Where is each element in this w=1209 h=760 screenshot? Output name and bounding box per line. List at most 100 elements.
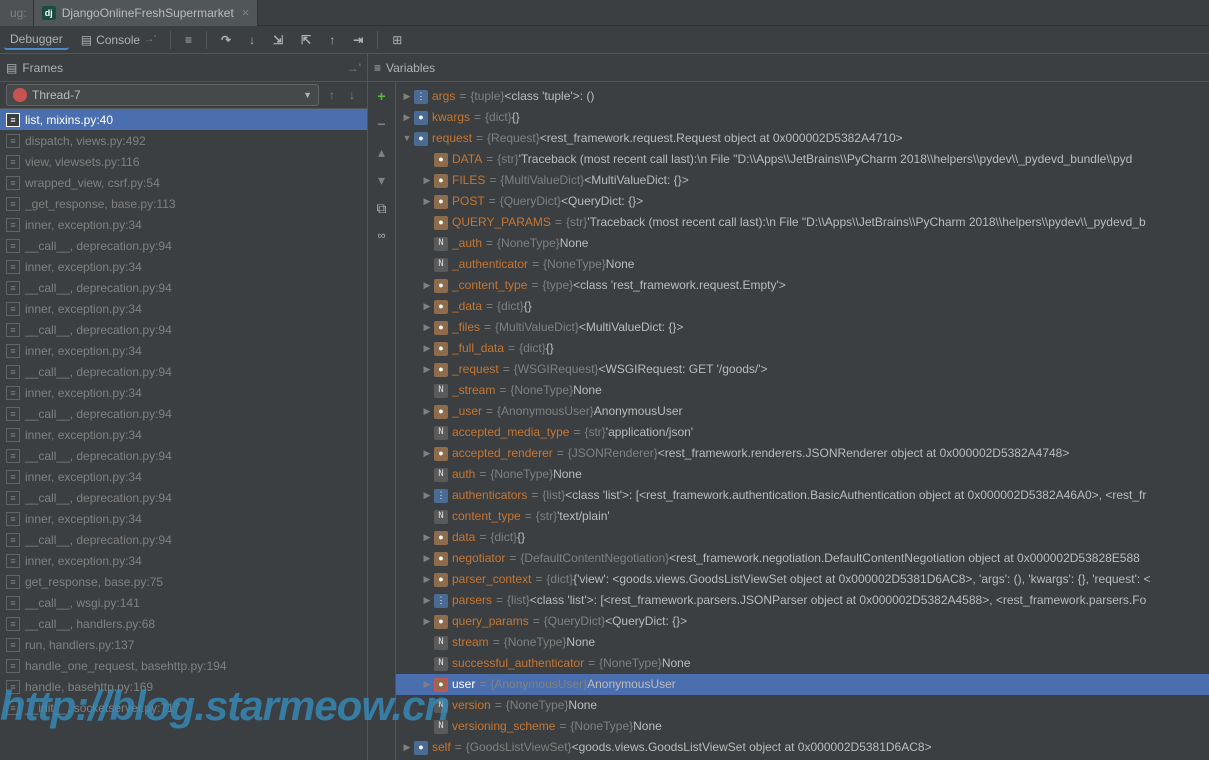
- variable-row[interactable]: ▶●FILES = {MultiValueDict} <MultiValueDi…: [396, 170, 1209, 191]
- variable-row[interactable]: ▶●_request = {WSGIRequest} <WSGIRequest:…: [396, 359, 1209, 380]
- thread-next-button[interactable]: ↓: [343, 86, 361, 104]
- variable-row[interactable]: ▼●request = {Request} <rest_framework.re…: [396, 128, 1209, 149]
- frame-item[interactable]: ≡__call__, deprecation.py:94: [0, 277, 367, 298]
- editor-tab[interactable]: dj DjangoOnlineFreshSupermarket ×: [34, 0, 259, 26]
- frames-list[interactable]: ≡list, mixins.py:40≡dispatch, views.py:4…: [0, 109, 367, 760]
- variable-row[interactable]: ▶●_data = {dict} {}: [396, 296, 1209, 317]
- variable-row[interactable]: Nsuccessful_authenticator = {NoneType} N…: [396, 653, 1209, 674]
- expand-icon[interactable]: ▶: [420, 359, 434, 380]
- close-tab-icon[interactable]: ×: [242, 5, 250, 20]
- variable-row[interactable]: ▶⋮authenticators = {list} <class 'list'>…: [396, 485, 1209, 506]
- variable-row[interactable]: Nauth = {NoneType} None: [396, 464, 1209, 485]
- variable-row[interactable]: ▶●_files = {MultiValueDict} <MultiValueD…: [396, 317, 1209, 338]
- frame-item[interactable]: ≡run, handlers.py:137: [0, 634, 367, 655]
- expand-icon[interactable]: ▶: [400, 737, 414, 758]
- expand-icon[interactable]: ▶: [420, 401, 434, 422]
- expand-icon[interactable]: ▶: [420, 317, 434, 338]
- variable-row[interactable]: ▶⋮args = {tuple} <class 'tuple'>: (): [396, 86, 1209, 107]
- expand-icon[interactable]: ▶: [420, 191, 434, 212]
- frame-item[interactable]: ≡wrapped_view, csrf.py:54: [0, 172, 367, 193]
- expand-icon[interactable]: ▶: [400, 107, 414, 128]
- frame-item[interactable]: ≡__call__, deprecation.py:94: [0, 235, 367, 256]
- variable-row[interactable]: ●DATA = {str} 'Traceback (most recent ca…: [396, 149, 1209, 170]
- frame-item[interactable]: ≡__call__, wsgi.py:141: [0, 592, 367, 613]
- expand-icon[interactable]: ▶: [420, 611, 434, 632]
- add-watch-button[interactable]: +: [372, 86, 392, 106]
- expand-icon[interactable]: ▶: [420, 338, 434, 359]
- expand-icon[interactable]: ▶: [420, 674, 434, 695]
- frame-item[interactable]: ≡__call__, deprecation.py:94: [0, 445, 367, 466]
- variable-row[interactable]: ▶●query_params = {QueryDict} <QueryDict:…: [396, 611, 1209, 632]
- frame-item[interactable]: ≡__call__, handlers.py:68: [0, 613, 367, 634]
- step-over-button[interactable]: ↷: [215, 31, 237, 49]
- frame-item[interactable]: ≡get_response, base.py:75: [0, 571, 367, 592]
- frame-item[interactable]: ≡inner, exception.py:34: [0, 214, 367, 235]
- variable-row[interactable]: N_authenticator = {NoneType} None: [396, 254, 1209, 275]
- variable-row[interactable]: ▶●_user = {AnonymousUser} AnonymousUser: [396, 401, 1209, 422]
- nav-down-button[interactable]: ▾: [372, 170, 392, 190]
- variable-row[interactable]: Naccepted_media_type = {str} 'applicatio…: [396, 422, 1209, 443]
- variable-row[interactable]: ▶●negotiator = {DefaultContentNegotiatio…: [396, 548, 1209, 569]
- variable-row[interactable]: Nstream = {NoneType} None: [396, 632, 1209, 653]
- variable-row[interactable]: ▶●kwargs = {dict} {}: [396, 107, 1209, 128]
- expand-icon[interactable]: ▶: [420, 485, 434, 506]
- variable-row[interactable]: N_auth = {NoneType} None: [396, 233, 1209, 254]
- remove-watch-button[interactable]: −: [372, 114, 392, 134]
- run-to-cursor-button[interactable]: ↑: [323, 31, 341, 49]
- copy-button[interactable]: ⧉: [372, 198, 392, 218]
- menu-icon[interactable]: ≡: [179, 31, 198, 49]
- frame-item[interactable]: ≡inner, exception.py:34: [0, 298, 367, 319]
- glasses-icon[interactable]: ∞: [372, 226, 392, 246]
- expand-icon[interactable]: ▶: [420, 170, 434, 191]
- frames-collapse-icon[interactable]: →': [347, 61, 361, 75]
- debugger-tab[interactable]: Debugger: [4, 30, 69, 50]
- frame-item[interactable]: ≡inner, exception.py:34: [0, 256, 367, 277]
- variable-row[interactable]: N_stream = {NoneType} None: [396, 380, 1209, 401]
- step-into-button[interactable]: ↓: [243, 31, 261, 49]
- variable-row[interactable]: ●QUERY_PARAMS = {str} 'Traceback (most r…: [396, 212, 1209, 233]
- collapse-icon[interactable]: ▼: [400, 128, 414, 149]
- frame-item[interactable]: ≡handle_one_request, basehttp.py:194: [0, 655, 367, 676]
- frame-item[interactable]: ≡inner, exception.py:34: [0, 508, 367, 529]
- console-tab[interactable]: ▤ Console →': [75, 31, 162, 49]
- frame-item[interactable]: ≡inner, exception.py:34: [0, 424, 367, 445]
- expand-icon[interactable]: ▶: [420, 569, 434, 590]
- frame-item[interactable]: ≡view, viewsets.py:116: [0, 151, 367, 172]
- frame-item[interactable]: ≡__init__, socketserver.py:717: [0, 697, 367, 718]
- expand-icon[interactable]: ▶: [420, 527, 434, 548]
- frame-item[interactable]: ≡inner, exception.py:34: [0, 550, 367, 571]
- step-out-button[interactable]: ⇱: [295, 31, 317, 49]
- expand-icon[interactable]: ▶: [420, 443, 434, 464]
- variable-row[interactable]: ▶●self = {GoodsListViewSet} <goods.views…: [396, 737, 1209, 758]
- variables-tree[interactable]: ▶⋮args = {tuple} <class 'tuple'>: ()▶●kw…: [396, 82, 1209, 760]
- expand-icon[interactable]: ▶: [400, 86, 414, 107]
- expand-icon[interactable]: ▶: [420, 296, 434, 317]
- variable-row[interactable]: ▶●data = {dict} {}: [396, 527, 1209, 548]
- variable-row[interactable]: Ncontent_type = {str} 'text/plain': [396, 506, 1209, 527]
- evaluate-button[interactable]: ⊞: [386, 31, 408, 49]
- frame-item[interactable]: ≡inner, exception.py:34: [0, 466, 367, 487]
- frame-item[interactable]: ≡__call__, deprecation.py:94: [0, 361, 367, 382]
- variable-row[interactable]: Nversion = {NoneType} None: [396, 695, 1209, 716]
- force-step-into-button[interactable]: ⇲: [267, 31, 289, 49]
- expand-icon[interactable]: ▶: [420, 275, 434, 296]
- frame-item[interactable]: ≡_get_response, base.py:113: [0, 193, 367, 214]
- frame-item[interactable]: ≡__call__, deprecation.py:94: [0, 403, 367, 424]
- variable-row[interactable]: ▶●accepted_renderer = {JSONRenderer} <re…: [396, 443, 1209, 464]
- variable-row[interactable]: ▶●_full_data = {dict} {}: [396, 338, 1209, 359]
- frame-item[interactable]: ≡handle, basehttp.py:169: [0, 676, 367, 697]
- frame-item[interactable]: ≡inner, exception.py:34: [0, 382, 367, 403]
- frame-item[interactable]: ≡list, mixins.py:40: [0, 109, 367, 130]
- thread-prev-button[interactable]: ↑: [323, 86, 341, 104]
- frame-item[interactable]: ≡__call__, deprecation.py:94: [0, 487, 367, 508]
- frame-item[interactable]: ≡__call__, deprecation.py:94: [0, 529, 367, 550]
- frame-item[interactable]: ≡__call__, deprecation.py:94: [0, 319, 367, 340]
- expand-icon[interactable]: ▶: [420, 590, 434, 611]
- variable-row[interactable]: ▶●user = {AnonymousUser} AnonymousUser: [396, 674, 1209, 695]
- frame-item[interactable]: ≡inner, exception.py:34: [0, 340, 367, 361]
- frame-item[interactable]: ≡dispatch, views.py:492: [0, 130, 367, 151]
- nav-up-button[interactable]: ▴: [372, 142, 392, 162]
- variable-row[interactable]: ▶●_content_type = {type} <class 'rest_fr…: [396, 275, 1209, 296]
- thread-combo[interactable]: Thread-7 ▼: [6, 84, 319, 106]
- drop-frame-button[interactable]: ⇥: [347, 31, 369, 49]
